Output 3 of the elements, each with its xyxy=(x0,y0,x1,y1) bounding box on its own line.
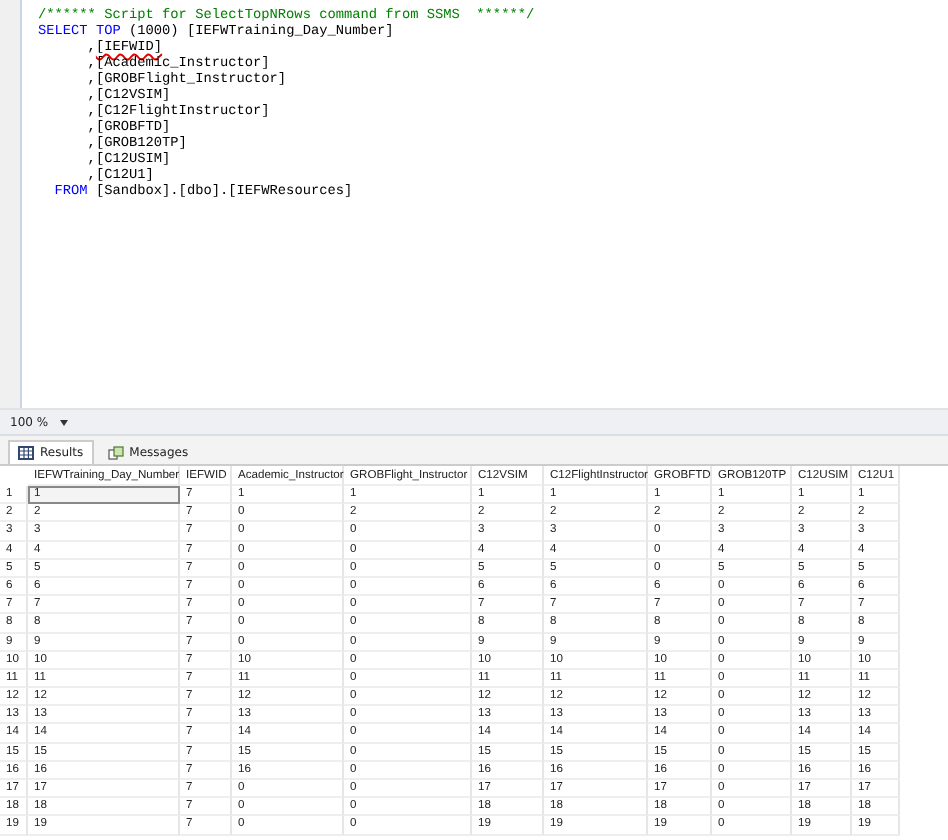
caret-icon xyxy=(60,419,69,425)
document-icon xyxy=(107,446,124,460)
grid-icon xyxy=(18,446,34,460)
